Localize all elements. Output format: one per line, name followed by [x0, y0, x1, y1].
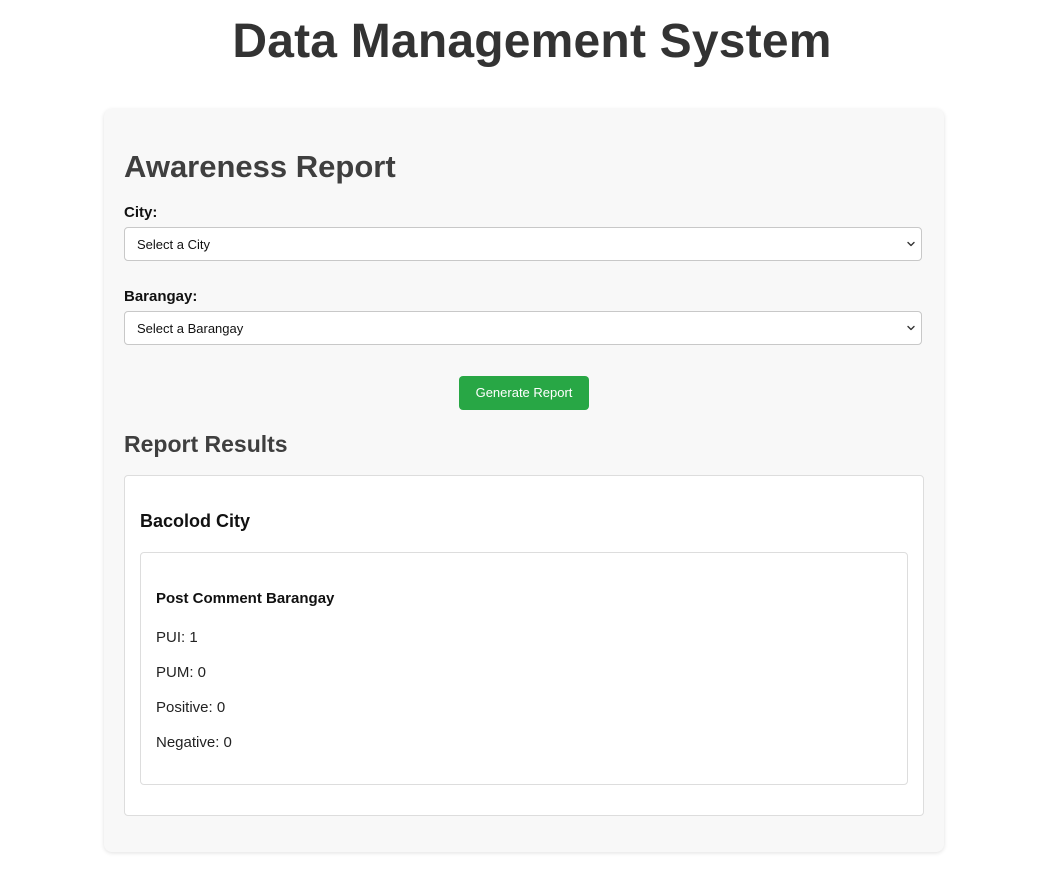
city-select-value: Select a City — [137, 237, 210, 252]
stat-positive: Positive: 0 — [156, 699, 226, 716]
barangay-select-value: Select a Barangay — [137, 321, 244, 336]
city-select[interactable]: Select a City — [124, 227, 922, 261]
generate-report-button[interactable]: Generate Report — [459, 376, 589, 410]
city-name: Bacolod City — [140, 511, 251, 531]
page-title: Data Management System — [232, 15, 832, 68]
city-label: City: — [124, 204, 158, 221]
chevron-down-icon — [907, 241, 915, 247]
results-title: Report Results — [124, 431, 288, 457]
barangay-select[interactable]: Select a Barangay — [124, 311, 922, 345]
chevron-down-icon — [907, 325, 915, 331]
barangay-name: Post Comment Barangay — [156, 590, 335, 607]
stat-pui: PUI: 1 — [156, 629, 198, 646]
stat-negative: Negative: 0 — [156, 734, 232, 751]
barangay-label: Barangay: — [124, 288, 198, 305]
report-card: Awareness Report City: Select a City Bar… — [104, 109, 944, 852]
report-title: Awareness Report — [124, 149, 396, 184]
stat-pum: PUM: 0 — [156, 664, 207, 681]
barangay-result: Post Comment Barangay PUI: 1 PUM: 0 Posi… — [140, 552, 908, 785]
city-result: Bacolod City Post Comment Barangay PUI: … — [124, 475, 924, 816]
